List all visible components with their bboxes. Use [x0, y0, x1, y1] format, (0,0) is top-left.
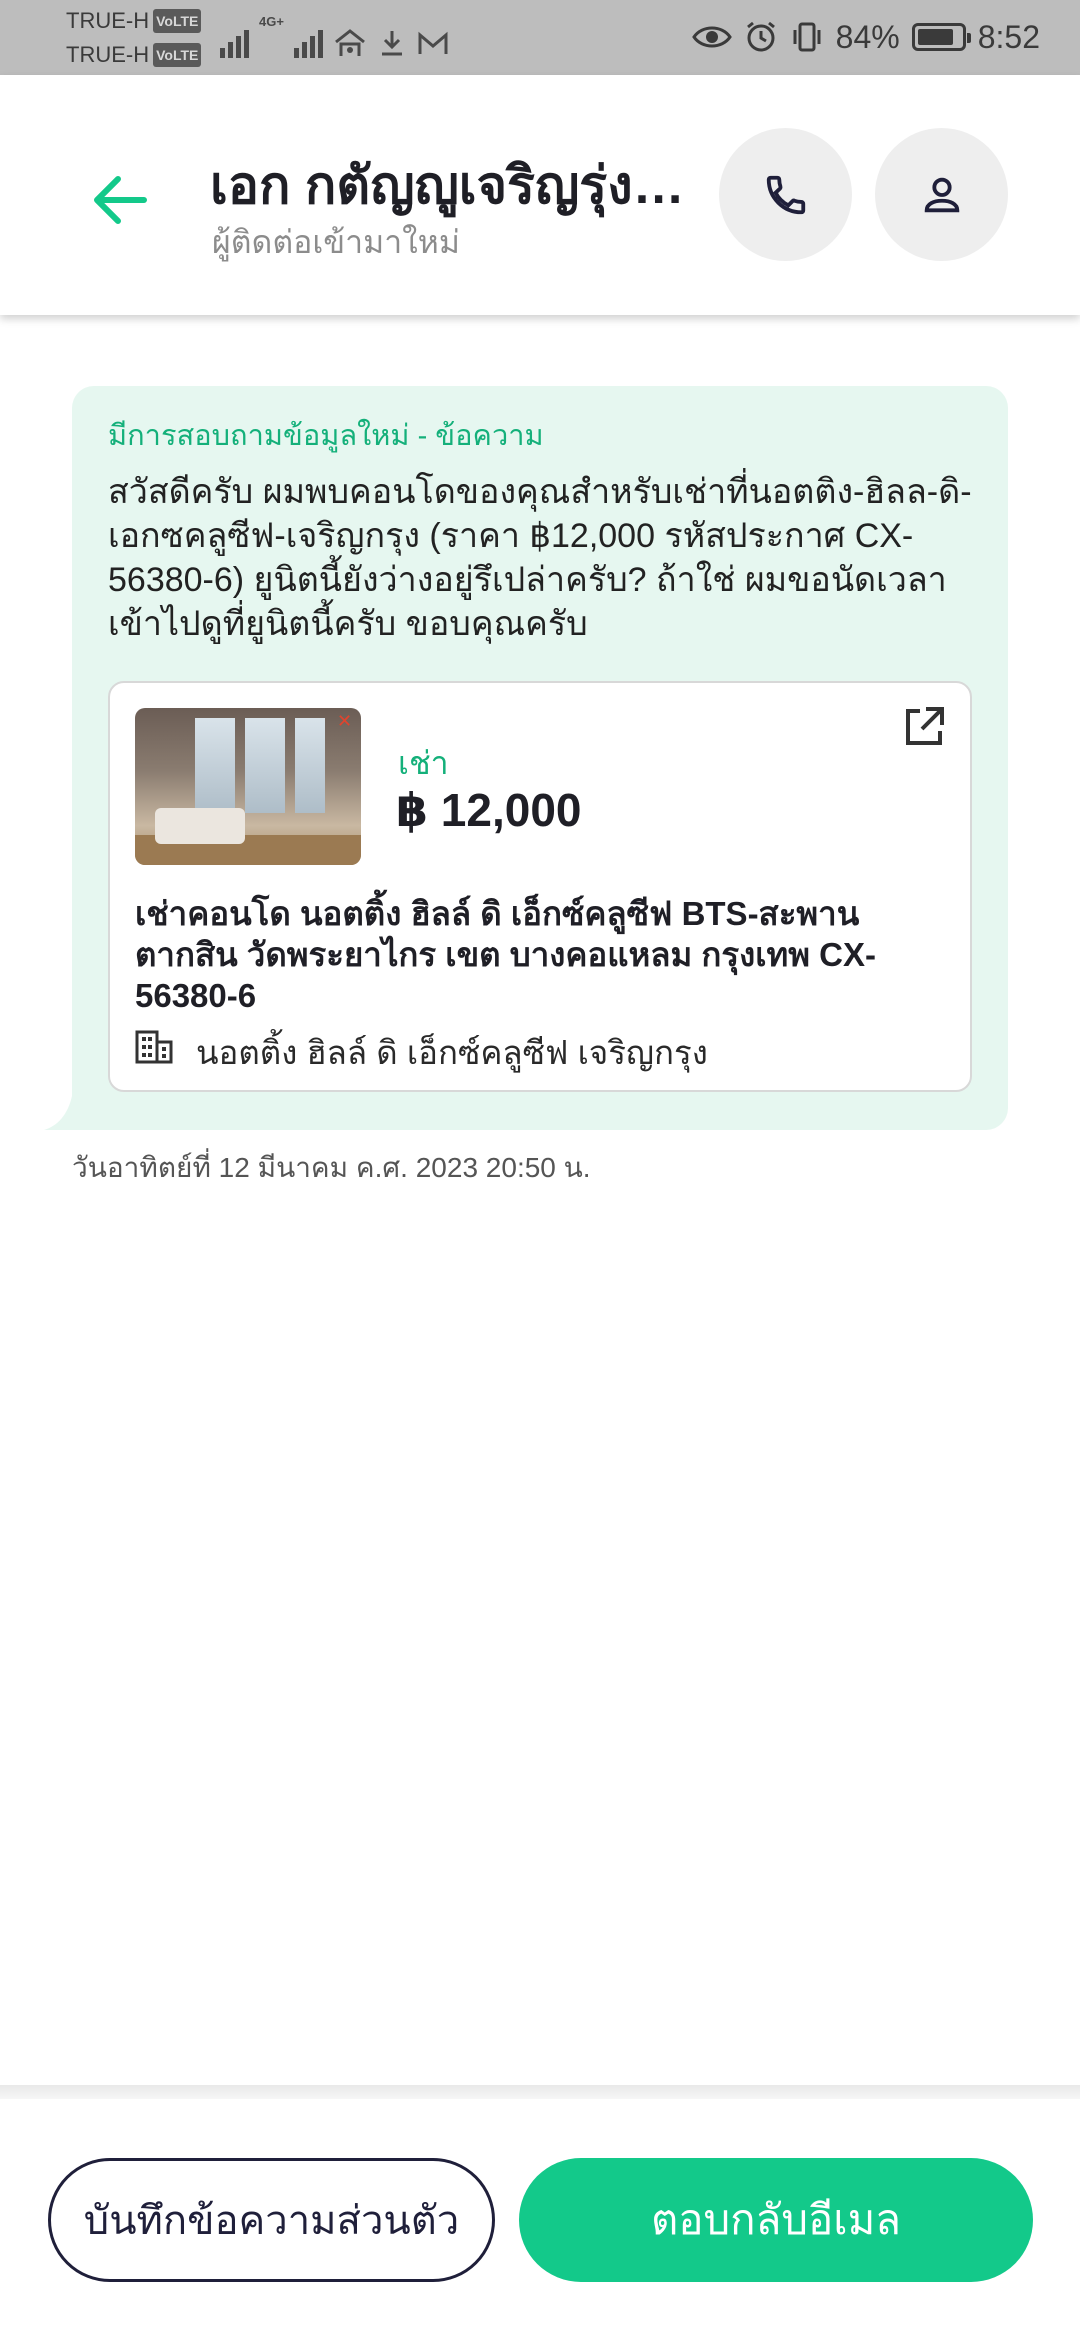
status-bar: TRUE-H VoLTE TRUE-H VoLTE 4G+ 84% 8:52: [0, 0, 1080, 75]
app-header: เอก กตัญญูเจริญรุ่งเรือง ผู้ติดต่อเข้ามา…: [0, 75, 1080, 315]
signal-icon: [220, 30, 249, 58]
private-note-button[interactable]: บันทึกข้อความส่วนตัว: [48, 2158, 495, 2282]
listing-photo: ✕: [135, 708, 361, 865]
battery-level: [917, 29, 953, 45]
mail-icon: [418, 31, 448, 54]
listing-card[interactable]: ✕ เช่า ฿ 12,000 เช่าคอนโด นอตติ้ง ฮิลล์ …: [108, 681, 972, 1092]
clock: 8:52: [977, 18, 1040, 55]
listing-price: ฿ 12,000: [396, 784, 582, 836]
contact-status: ผู้ติดต่อเข้ามาใหม่: [212, 224, 460, 260]
brand-logo-icon: ✕: [337, 711, 353, 731]
network-icons: 4G+: [220, 14, 449, 58]
signal-icon: [293, 30, 323, 58]
reply-email-button[interactable]: ตอบกลับอีเมล: [519, 2158, 1033, 2282]
message-body: สวัสดีครับ ผมพบคอนโดของคุณสำหรับเช่าที่น…: [108, 473, 972, 643]
contact-name: เอก กตัญญูเจริญรุ่งเรือง: [210, 157, 690, 215]
alarm-icon: [746, 21, 775, 52]
network-type-label: 4G+: [259, 14, 284, 29]
wifi-home-icon: [335, 29, 365, 56]
listing-project: นอตติ้ง ฮิลล์ ดิ เอ็กซ์คลูซีฟ เจริญกรุง: [196, 1034, 708, 1071]
listing-title: เช่าคอนโด นอตติ้ง ฮิลล์ ดิ เอ็กซ์คลูซีฟ …: [135, 895, 877, 1014]
back-button[interactable]: [85, 165, 155, 235]
open-in-new-icon[interactable]: [900, 703, 948, 751]
phone-icon: [766, 175, 805, 214]
person-icon: [924, 177, 959, 212]
listing-type: เช่า: [398, 745, 449, 781]
volte-badge: VoLTE: [153, 43, 202, 67]
carrier-1: TRUE-H VoLTE: [66, 9, 202, 33]
message-bubble: มีการสอบถามข้อมูลใหม่ - ข้อความ สวัสดีคร…: [72, 386, 1008, 1130]
contact-profile-button[interactable]: [875, 128, 1008, 261]
arrow-left-icon: [94, 176, 147, 224]
building-icon: [135, 1030, 173, 1064]
bottom-divider: [0, 2085, 1080, 2099]
message-label: มีการสอบถามข้อมูลใหม่ - ข้อความ: [108, 420, 544, 452]
message-timestamp: วันอาทิตย์ที่ 12 มีนาคม ค.ศ. 2023 20:50 …: [72, 1152, 591, 1183]
carrier-2: TRUE-H VoLTE: [66, 43, 202, 67]
volte-badge: VoLTE: [153, 9, 202, 33]
battery-icon: [911, 23, 971, 51]
download-icon: [381, 31, 402, 56]
battery-percent: 84%: [835, 18, 900, 55]
call-button[interactable]: [719, 128, 852, 261]
eye-icon: [691, 26, 732, 48]
status-right: 84% 8:52: [691, 12, 1040, 62]
vibrate-icon: [793, 22, 821, 52]
